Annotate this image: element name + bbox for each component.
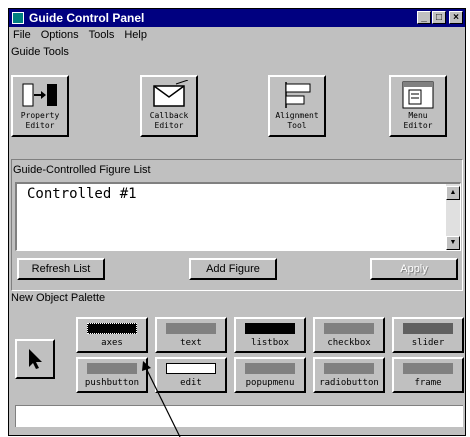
annotation-arrow [142, 361, 181, 437]
